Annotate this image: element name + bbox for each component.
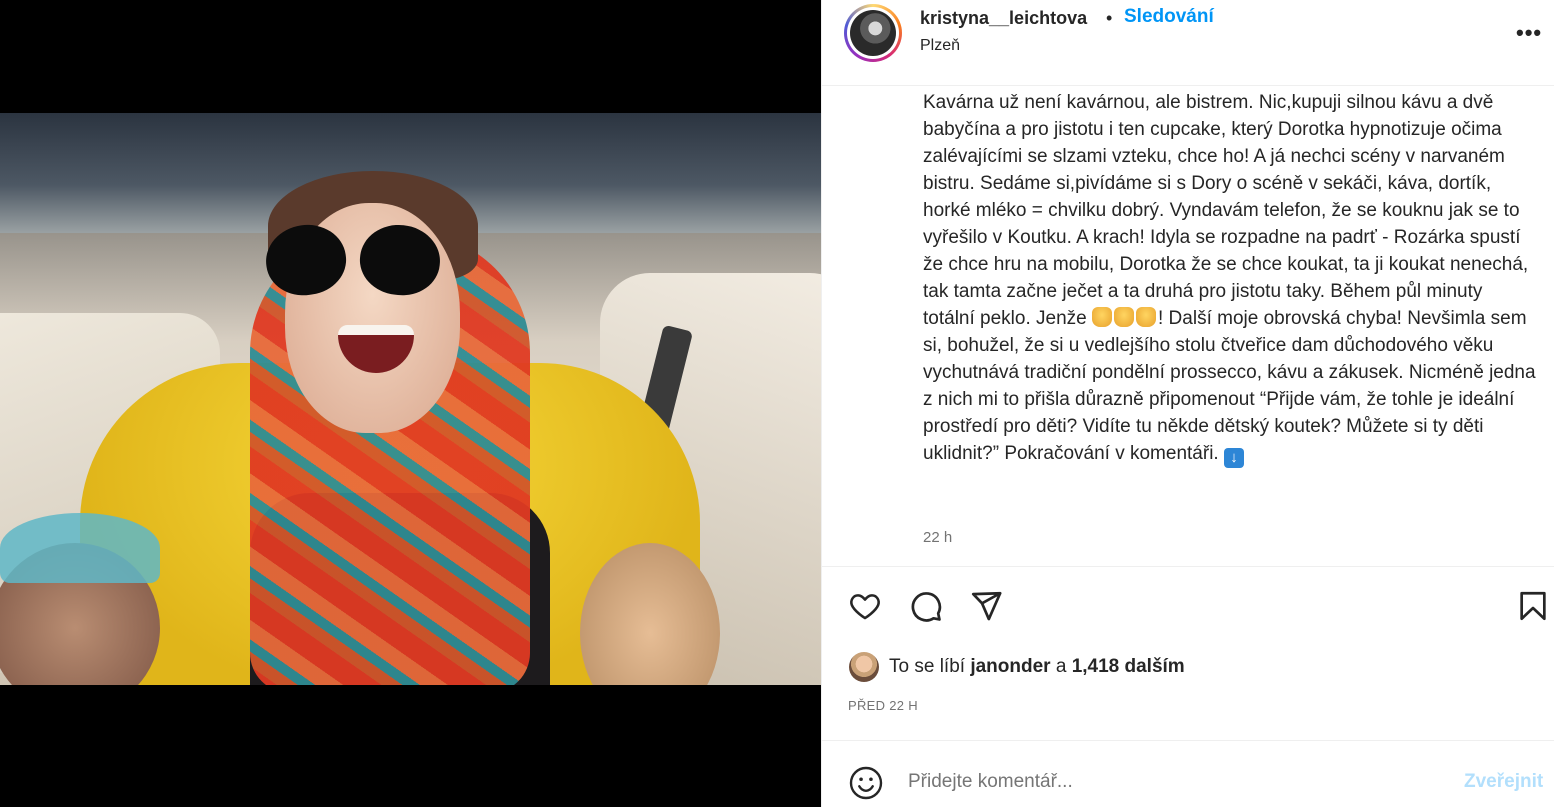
post-comment-button[interactable]: Zveřejnit [1464,771,1543,793]
posted-time[interactable]: PŘED 22 H [848,698,918,713]
likes-text: To se líbí janonder a 1,418 dalším [889,656,1185,678]
username-link[interactable]: kristyna__leichtova [920,8,1087,29]
comment-icon[interactable] [909,589,943,623]
likes-summary: To se líbí janonder a 1,418 dalším [849,652,1449,682]
action-bar [822,566,1554,642]
emoji-picker-icon[interactable] [848,765,884,801]
pointing-down-hand-icon [1136,307,1156,327]
avatar[interactable] [844,4,902,62]
likes-prefix: To se líbí [889,656,971,677]
following-button[interactable]: Sledování [1124,6,1214,28]
heart-icon[interactable] [848,589,882,623]
comment-bar: Zveřejnit [822,740,1554,807]
bookmark-icon[interactable] [1516,589,1550,623]
liker-username-link[interactable]: janonder [970,656,1050,677]
avatar-image [850,10,896,56]
separator-dot: • [1106,8,1113,28]
caption-text: Kavárna už není kavárnou, ale bistrem. N… [923,89,1538,468]
more-options-icon[interactable]: ••• [1516,20,1542,46]
pointing-down-hand-icon [1114,307,1134,327]
post-photo[interactable] [0,113,821,685]
share-icon[interactable] [969,589,1003,623]
caption-part-1: Kavárna už není kavárnou, ale bistrem. N… [923,92,1529,329]
photo-tiara [0,513,160,583]
post-sidebar: kristyna__leichtova • Sledování Plzeň ••… [821,0,1554,807]
comment-input[interactable] [908,771,1428,793]
pointing-down-hand-icon [1092,307,1112,327]
liker-avatar[interactable] [849,652,879,682]
down-arrow-icon: ↓ [1223,448,1244,468]
post-media [0,0,821,807]
post-header: kristyna__leichtova • Sledování Plzeň ••… [822,0,1554,86]
likes-count-link[interactable]: 1,418 dalším [1072,656,1185,677]
location-link[interactable]: Plzeň [920,37,960,55]
avatar-frame [847,7,899,59]
caption-timestamp[interactable]: 22 h [923,529,952,546]
post-caption: Kavárna už není kavárnou, ale bistrem. N… [923,89,1538,468]
caption-part-2: ! Další moje obrovská chyba! Nevšimla se… [923,308,1536,464]
likes-middle: a [1050,656,1072,677]
